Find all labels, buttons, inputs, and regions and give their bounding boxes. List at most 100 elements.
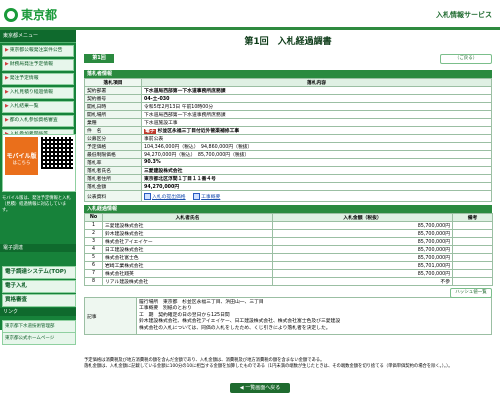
top-bar: 東京都 入札情報サービス xyxy=(0,0,500,27)
row-value: 三愛建設株式会社 xyxy=(141,166,492,175)
table-row: 件 名電子 杉並区永福三丁目付近外管渠補修工事 xyxy=(84,126,492,135)
bullet-icon: ▶ xyxy=(5,90,9,95)
sidebar-item-kekka[interactable]: ▶入札結果一覧 xyxy=(2,101,74,113)
row-value: 令和5年2月13日 午前10時00分 xyxy=(141,102,492,111)
sidebar-item-denshi-top[interactable]: 電子調達システム(TOP) xyxy=(2,266,76,279)
doc-links-cell: 入札の提出価格 工事概要 xyxy=(141,190,492,202)
hash-list-button[interactable]: ハッシュ値一覧 xyxy=(450,288,492,298)
winner-table: 落札項目 落札内容 契約部署 下水道局西部第一下水道事務所庶務課 契約番号 04-土-… xyxy=(84,78,492,202)
row-value: 下水道施設工事 xyxy=(141,118,492,127)
row-value-text: 90.3% xyxy=(144,160,161,165)
row-value-text: 東京都北区浮間１丁目１１番４号 xyxy=(144,177,216,182)
bidder-name: 三愛建設株式会社 xyxy=(102,221,273,230)
sidebar-item-koho[interactable]: ▶東京都公報発注案件公告 xyxy=(2,45,74,57)
footer-notes: 予定価格は消費税及び地方消費税の額を含んだ金額であり、入札金額は、消費税及び地方… xyxy=(84,358,494,370)
row-value: 104,346,000円（税込） 94,860,000円（税抜） xyxy=(141,142,492,151)
table-row: 契約番号 04-土-030 xyxy=(84,94,492,103)
row-value: 94,270,000円 xyxy=(141,182,492,191)
sidebar-item-shikaku[interactable]: ▶都の入札参加資格審査 xyxy=(2,115,74,127)
table-row: 記事 履行場所 東京都 杉並区永福三丁目、浜田山一、三丁目 工事概要 別紙のとお… xyxy=(84,297,492,335)
row-label: 契約番号 xyxy=(84,94,142,103)
row-label: 落札金額 xyxy=(84,182,142,191)
sidebar-item-shikaku-shinsa[interactable]: 資格審査 xyxy=(2,294,76,307)
row-value: 下水道局西部第一下水道事務所庶務課 xyxy=(141,110,492,119)
bid-note xyxy=(452,261,493,270)
sidebar-item-keika[interactable]: ▶入札見積り経過情報 xyxy=(2,87,74,99)
bid-no: 4 xyxy=(84,245,103,254)
row-label: 最低制限価格 xyxy=(84,150,142,159)
row-label: 開札日時 xyxy=(84,102,142,111)
bid-note xyxy=(452,229,493,238)
back-to-list-button[interactable]: ◀ 一覧画面へ戻る xyxy=(230,383,290,393)
mobile-banner[interactable]: モバイル版 はこちら xyxy=(5,137,38,175)
sidebar-item-yotei[interactable]: ▶発注予定情報 xyxy=(2,73,74,85)
sidebar-item-denshi-nyusatsu[interactable]: 電子入札 xyxy=(2,280,76,293)
row-label: 予定価格 xyxy=(84,142,142,151)
table-row: 開札場所 下水道局西部第一下水道事務所庶務課 xyxy=(84,110,492,119)
history-button-row: ハッシュ値一覧 xyxy=(84,286,492,298)
sidebar-item-zaimu[interactable]: ▶財務局発注予定情報 xyxy=(2,59,74,71)
row-value-text: 104,346,000円（税込） 94,860,000円（税抜） xyxy=(144,145,253,150)
bid-no: 1 xyxy=(84,221,103,230)
bid-no: 8 xyxy=(84,277,103,286)
table-row: 4 日工建設株式会社 85,700,000円 xyxy=(84,245,493,254)
note-line: 落札金額は、入札金額に記載している金額に100分の10に相当する金額を加算したも… xyxy=(84,364,453,369)
doc-link-summary[interactable]: 工事概要 xyxy=(201,195,220,200)
tokyo-logo[interactable]: 東京都 xyxy=(4,6,57,23)
mobile-note: モバイル版は、発注予定情報と入札（見積）経過情報に対応しています。 xyxy=(2,196,71,213)
logo-text: 東京都 xyxy=(21,8,58,22)
table-row: 落札者住所 東京都北区浮間１丁目１１番４号 xyxy=(84,174,492,183)
sidebar: 東京都メニュー ▶東京都公報発注案件公告 ▶財務局発注予定情報 ▶発注予定情報 … xyxy=(0,30,76,345)
mobile-card[interactable]: モバイル版 はこちら xyxy=(2,134,76,192)
bidder-name: 鈴木建設株式会社 xyxy=(102,229,273,238)
table-row: 予定価格 104,346,000円（税込） 94,860,000円（税抜） xyxy=(84,142,492,151)
bid-amount: 85,700,000円 xyxy=(272,229,453,238)
bullet-icon: ▶ xyxy=(5,118,9,123)
bid-table: No 入札者氏名 入札金額（税抜） 備考 1 三愛建設株式会社 85,700,000… xyxy=(84,213,493,286)
sidebar-link-tokyo[interactable]: 東京都公式ホームページ xyxy=(2,332,76,345)
row-value-text: 04-土-030 xyxy=(144,97,170,102)
row-value: 04-土-030 xyxy=(141,94,492,103)
doc-link-price[interactable]: 入札の提出価格 xyxy=(152,195,186,200)
table-row: 6 岩崎工業株式会社 85,701,000円 xyxy=(84,261,493,270)
table-row: 2 鈴木建設株式会社 85,700,000円 xyxy=(84,229,493,238)
bid-note xyxy=(452,221,493,230)
bid-amount: 85,701,000円 xyxy=(272,261,453,270)
bid-note xyxy=(452,269,493,278)
row-value-text: 下水道局西部第一下水道事務所庶務課 xyxy=(144,113,226,118)
bullet-icon: ▶ xyxy=(5,104,9,109)
mobile-title: モバイル版 xyxy=(6,153,37,160)
row-value: 事前公表 xyxy=(141,134,492,143)
row-label: 契約部署 xyxy=(84,86,142,95)
winner-rows: 契約部署下水道局西部第一下水道事務所庶務課 契約番号 04-土-030 開札日時 令和5… xyxy=(84,86,492,191)
back-button[interactable]: （ご戻る） xyxy=(440,54,492,64)
bid-amount: 不参 xyxy=(272,277,453,286)
row-value-text: 94,270,000円 xyxy=(144,185,180,190)
bid-no: 7 xyxy=(84,269,103,278)
pdf-icon xyxy=(193,192,201,200)
table-header-row: No 入札者氏名 入札金額（税抜） 備考 xyxy=(84,213,493,222)
table-row: 落札金額 94,270,000円 xyxy=(84,182,492,191)
electronic-tag: 電子 xyxy=(144,129,156,134)
page-title: 第1回 入札経過調書 xyxy=(244,37,332,47)
bid-no: 6 xyxy=(84,261,103,270)
table-row: 1 三愛建設株式会社 85,700,000円 xyxy=(84,221,493,230)
table-row: 開札日時 令和5年2月13日 午前10時00分 xyxy=(84,102,492,111)
tokyo-emblem-icon xyxy=(4,7,18,22)
col-name-header: 入札者氏名 xyxy=(102,213,273,222)
row-value-text: 三愛建設株式会社 xyxy=(144,169,183,174)
row-label: 公募区分 xyxy=(84,134,142,143)
service-name[interactable]: 入札情報サービス xyxy=(436,10,492,20)
row-label: 業種 xyxy=(84,118,142,127)
row-value-text: 94,270,000円（税込） 85,700,000円（税抜） xyxy=(144,153,250,158)
row-value-text: 令和5年2月13日 午前10時00分 xyxy=(144,105,214,110)
bid-rows: 1 三愛建設株式会社 85,700,000円 2 鈴木建設株式会社 85,700,000円… xyxy=(84,221,493,286)
pdf-icon xyxy=(144,192,151,200)
row-value-text: 下水道施設工事 xyxy=(144,121,178,126)
table-row: 3 株式会社アイエイケー 85,700,000円 xyxy=(84,237,493,246)
bid-amount: 85,700,000円 xyxy=(272,221,453,230)
row-label: 落札率 xyxy=(84,158,142,167)
row-value: 電子 杉並区永福三丁目付近外管渠補修工事 xyxy=(141,126,492,135)
bidder-name: リアル建設株式会社 xyxy=(102,277,273,286)
row-value-text: 事前公表 xyxy=(144,137,164,142)
